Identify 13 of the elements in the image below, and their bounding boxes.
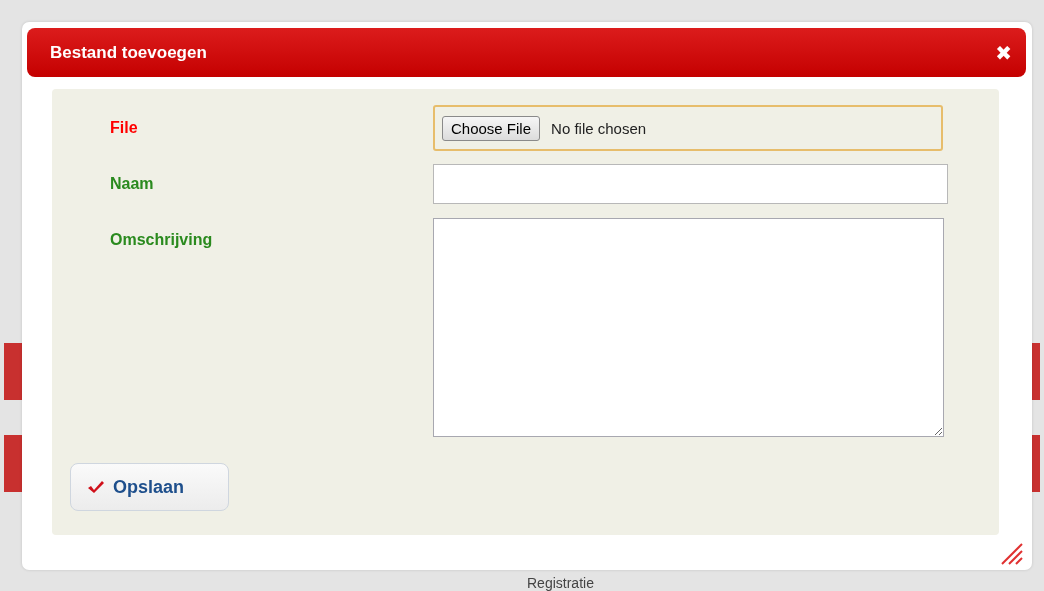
save-button[interactable]: Opslaan — [70, 463, 229, 511]
dialog-title: Bestand toevoegen — [50, 42, 207, 63]
file-status: No file chosen — [551, 119, 647, 137]
field-label: Omschrijving — [110, 231, 214, 249]
check-icon — [87, 480, 105, 494]
resize-grip-icon[interactable] — [1001, 543, 1023, 565]
close-button[interactable]: ✖ — [995, 42, 1012, 63]
choose-file-button[interactable]: Choose File — [442, 115, 541, 141]
description-field[interactable] — [433, 218, 944, 437]
field-label: Naam — [110, 175, 155, 193]
field-label: File — [110, 119, 139, 137]
column-label: Registratie — [527, 575, 594, 591]
name-input-field[interactable] — [433, 164, 948, 204]
